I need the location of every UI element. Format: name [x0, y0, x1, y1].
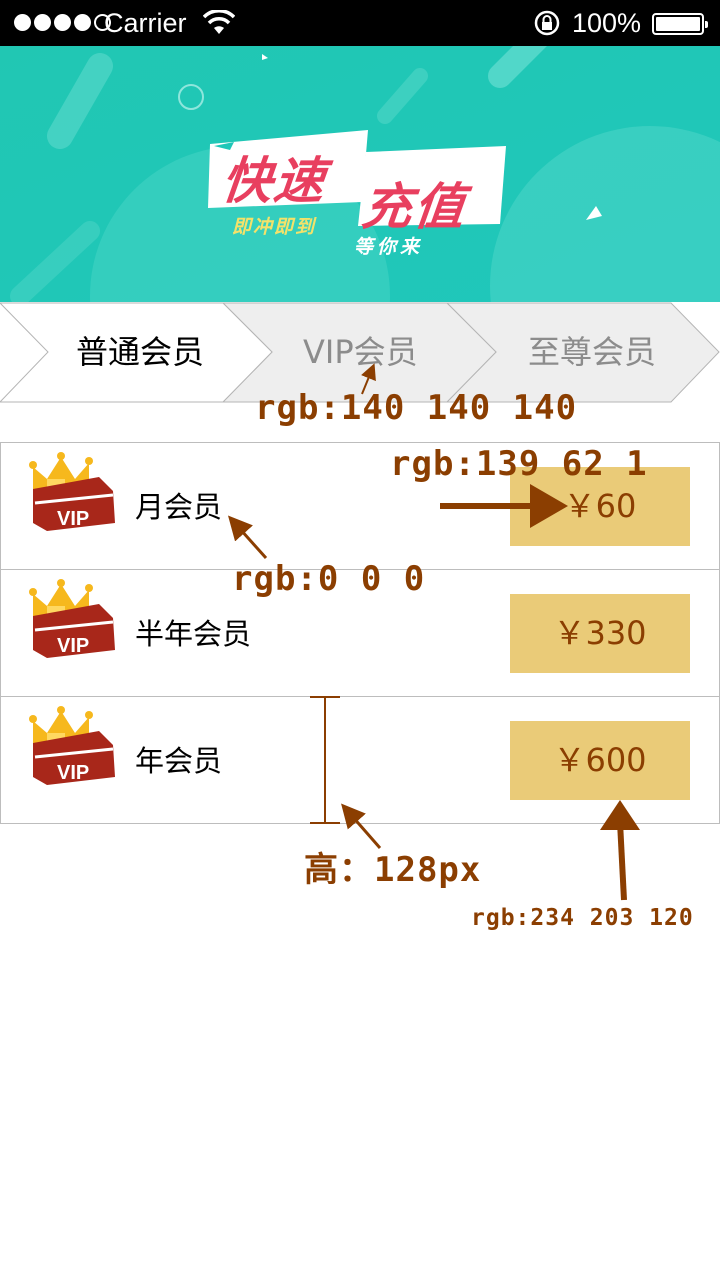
price-button[interactable]: ￥330	[510, 594, 690, 673]
tab-supreme-member[interactable]: 至尊会员	[528, 332, 656, 372]
svg-text:VIP: VIP	[57, 762, 89, 784]
banner-subtitle-right: 等你来	[354, 236, 424, 258]
banner-subtitle-left: 即冲即到	[232, 216, 317, 238]
membership-list: VIP 月会员 ￥60 VIP 半年会员 ￥330 VIP 年会员 ￥600	[0, 442, 720, 824]
status-bar: Carrier 100%	[0, 0, 720, 46]
annotation-arrow	[617, 821, 627, 901]
membership-name: 半年会员	[135, 617, 252, 651]
annotation-row-height: 高：128px	[304, 850, 482, 890]
banner-title-recharge: 充值	[358, 178, 470, 236]
banner-background	[0, 46, 720, 302]
annotation-name-color: rgb:0 0 0	[232, 559, 426, 599]
vip-crown-icon: VIP	[29, 706, 115, 785]
battery-icon	[652, 13, 708, 35]
membership-name: 年会员	[135, 744, 223, 778]
annotation-price-color: rgb:139 62 1	[390, 444, 648, 484]
carrier-name: Carrier	[104, 8, 187, 38]
membership-name: 月会员	[135, 490, 223, 524]
annotation-tab-color: rgb:140 140 140	[255, 388, 578, 428]
price-button[interactable]: ￥600	[510, 721, 690, 800]
wifi-icon	[203, 10, 235, 34]
battery-percent: 100%	[572, 8, 642, 38]
banner-title-fast: 快速	[218, 152, 330, 210]
annotation-price-bg-color: rgb:234 203 120	[471, 905, 694, 931]
rotation-lock-icon	[534, 10, 560, 36]
list-item: VIP 年会员 ￥600	[0, 697, 720, 824]
svg-text:VIP: VIP	[57, 508, 89, 530]
tab-vip-member[interactable]: VIP会员	[303, 332, 418, 372]
vip-crown-icon: VIP	[29, 579, 115, 658]
tab-regular-member[interactable]: 普通会员	[76, 332, 204, 372]
vip-crown-icon: VIP	[29, 452, 115, 531]
recharge-banner: 快速 充值 即冲即到 等你来	[0, 46, 720, 302]
svg-text:VIP: VIP	[57, 635, 89, 657]
signal-strength-icon	[14, 14, 111, 31]
